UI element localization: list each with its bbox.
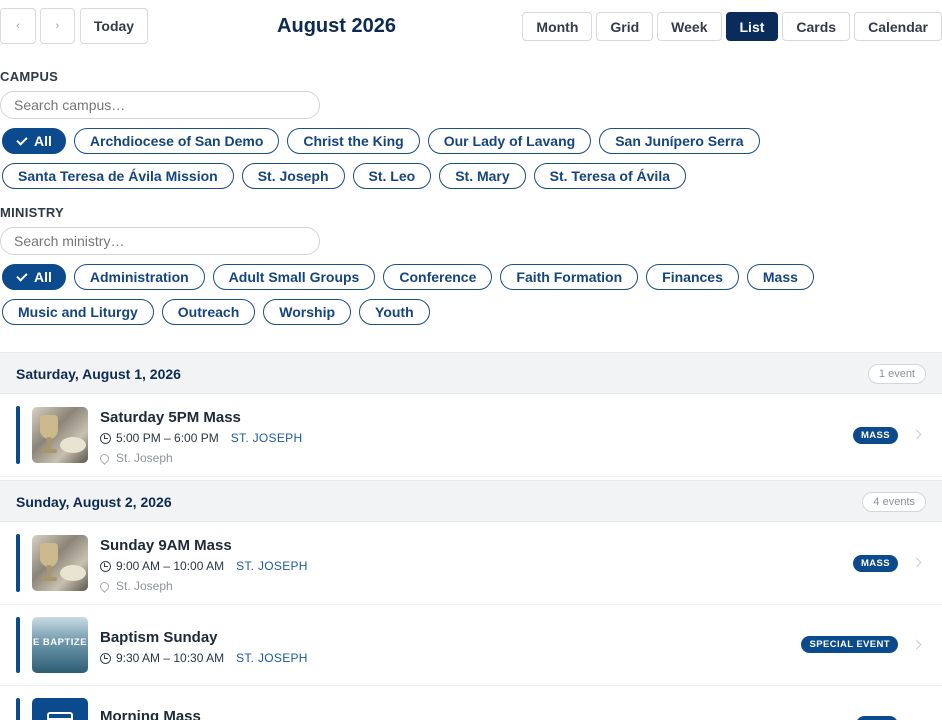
event-thumbnail xyxy=(32,698,88,720)
ministry-chip-all[interactable]: All xyxy=(2,264,66,290)
map-pin-icon xyxy=(98,451,111,465)
event-title: Saturday 5PM Mass xyxy=(100,409,241,426)
campus-chip[interactable]: Christ the King xyxy=(287,128,420,154)
event-category-badge: SPECIAL EVENT xyxy=(801,636,898,653)
ministry-chip[interactable]: Administration xyxy=(73,264,205,290)
check-icon xyxy=(16,133,28,146)
campus-chip[interactable]: San Junípero Serra xyxy=(599,128,760,154)
event-category-badge xyxy=(856,716,898,720)
event-title: Baptism Sunday xyxy=(100,629,218,646)
event-campus: ST. JOSEPH xyxy=(236,559,308,573)
campus-chip[interactable]: St. Teresa of Ávila xyxy=(533,163,686,189)
event-accent-bar xyxy=(16,406,20,464)
ministry-chip[interactable]: Mass xyxy=(746,264,814,290)
ministry-chip-list: All Administration Adult Small Groups Co… xyxy=(2,264,938,325)
chevron-right-icon xyxy=(911,557,922,568)
campus-chip[interactable]: Santa Teresa de Ávila Mission xyxy=(2,163,234,189)
today-button[interactable]: Today xyxy=(80,8,148,44)
event-accent-bar xyxy=(16,617,20,673)
campus-search-input[interactable] xyxy=(0,91,320,119)
ministry-chip[interactable]: Youth xyxy=(359,299,430,325)
campus-filter-label: CAMPUS xyxy=(0,69,59,84)
campus-chip[interactable]: St. Joseph xyxy=(241,163,345,189)
event-thumbnail xyxy=(32,535,88,591)
clock-icon xyxy=(100,652,111,664)
ministry-chip[interactable]: Adult Small Groups xyxy=(212,264,376,290)
view-grid-button[interactable]: Grid xyxy=(596,12,654,41)
day-header: Saturday, August 1, 2026 1 event xyxy=(0,352,942,394)
event-location: St. Joseph xyxy=(98,579,173,593)
event-row[interactable]: Saturday 5PM Mass 5:00 PM – 6:00 PM ST. … xyxy=(0,394,942,477)
day-date: Sunday, August 2, 2026 xyxy=(16,494,172,510)
map-pin-icon xyxy=(98,579,111,593)
event-category-badge: MASS xyxy=(852,555,898,572)
chevron-right-icon xyxy=(911,639,922,650)
ministry-chip[interactable]: Faith Formation xyxy=(500,264,639,290)
event-thumbnail xyxy=(32,407,88,463)
event-accent-bar xyxy=(16,534,20,592)
campus-chip[interactable]: St. Mary xyxy=(439,163,526,189)
event-campus: ST. JOSEPH xyxy=(230,431,303,445)
event-title: Sunday 9AM Mass xyxy=(100,537,232,554)
event-count-badge: 4 events xyxy=(862,492,926,512)
view-week-button[interactable]: Week xyxy=(657,12,722,41)
ministry-search-input[interactable] xyxy=(0,227,320,255)
campus-chip[interactable]: Archdiocese of San Demo xyxy=(73,128,280,154)
view-month-button[interactable]: Month xyxy=(522,12,593,41)
event-row[interactable]: E BAPTIZE Baptism Sunday 9:30 AM – 10:30… xyxy=(0,605,942,686)
event-time: 9:30 AM – 10:30 AM ST. JOSEPH xyxy=(100,651,308,665)
ministry-chip[interactable]: Worship xyxy=(263,299,352,325)
campus-chip-list: All Archdiocese of San Demo Christ the K… xyxy=(2,128,938,189)
calendar-toolbar: ‹ › Today August 2026 Month Grid Week Li… xyxy=(0,0,942,48)
month-title: August 2026 xyxy=(277,15,396,37)
ministry-chip[interactable]: Outreach xyxy=(161,299,256,325)
calendar-icon xyxy=(47,712,73,720)
event-count-badge: 1 event xyxy=(867,364,926,384)
check-icon xyxy=(16,269,28,282)
event-row[interactable]: Morning Mass xyxy=(0,686,942,720)
day-header: Sunday, August 2, 2026 4 events xyxy=(0,480,942,522)
day-date: Saturday, August 1, 2026 xyxy=(16,366,181,382)
event-location: St. Joseph xyxy=(98,451,173,465)
ministry-chip[interactable]: Conference xyxy=(383,264,493,290)
prev-month-button[interactable]: ‹ xyxy=(0,8,36,44)
view-cards-button[interactable]: Cards xyxy=(782,12,851,41)
ministry-filter-label: MINISTRY xyxy=(0,205,65,220)
campus-chip[interactable]: St. Leo xyxy=(352,163,432,189)
ministry-chip[interactable]: Music and Liturgy xyxy=(2,299,154,325)
view-calendar-button[interactable]: Calendar xyxy=(854,12,942,41)
event-thumbnail: E BAPTIZE xyxy=(32,617,88,673)
event-campus: ST. JOSEPH xyxy=(236,651,308,665)
ministry-chip[interactable]: Finances xyxy=(646,264,739,290)
campus-chip[interactable]: Our Lady of Lavang xyxy=(427,128,592,154)
event-category-badge: MASS xyxy=(852,427,898,444)
clock-icon xyxy=(100,432,111,444)
thumbnail-text: E BAPTIZE xyxy=(32,637,88,648)
view-list-button[interactable]: List xyxy=(725,12,779,41)
campus-chip-all[interactable]: All xyxy=(2,128,66,154)
event-time: 5:00 PM – 6:00 PM ST. JOSEPH xyxy=(100,431,302,445)
event-accent-bar xyxy=(16,698,20,720)
chevron-right-icon xyxy=(911,429,922,440)
event-title: Morning Mass xyxy=(100,708,201,720)
event-row[interactable]: Sunday 9AM Mass 9:00 AM – 10:00 AM ST. J… xyxy=(0,522,942,605)
view-switcher: Month Grid Week List Cards Calendar xyxy=(522,12,942,41)
next-month-button[interactable]: › xyxy=(40,8,75,44)
chevron-right-icon: › xyxy=(55,20,60,32)
chevron-left-icon: ‹ xyxy=(16,20,20,32)
event-time: 9:00 AM – 10:00 AM ST. JOSEPH xyxy=(100,559,308,573)
clock-icon xyxy=(100,560,111,572)
